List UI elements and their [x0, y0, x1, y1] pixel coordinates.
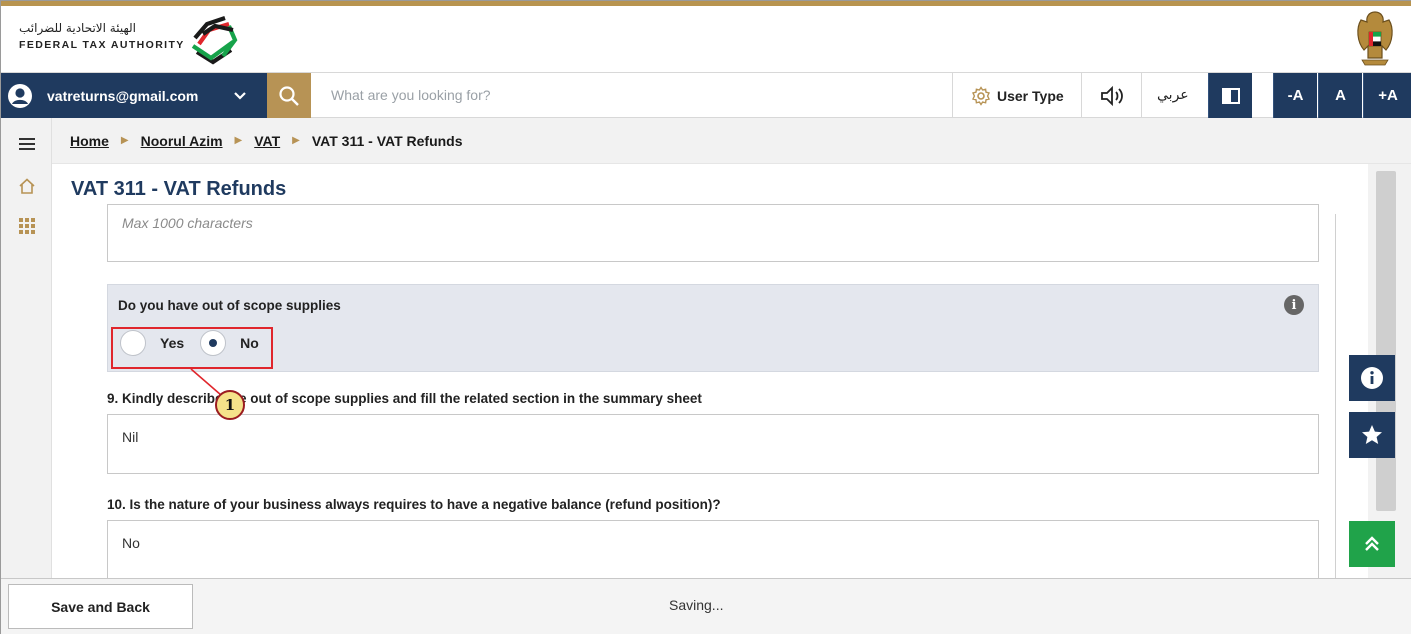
- scrollbar-thumb[interactable]: [1376, 171, 1396, 511]
- menu-button[interactable]: [1, 124, 52, 164]
- speaker-icon[interactable]: [1099, 85, 1125, 107]
- gear-icon: [972, 86, 990, 106]
- previous-field-placeholder: Max 1000 characters: [122, 215, 253, 231]
- search-input[interactable]: What are you looking for?: [331, 87, 491, 103]
- hamburger-icon: [18, 138, 35, 150]
- site-header: الهيئة الاتحادية للضرائب FEDERAL TAX AUT…: [1, 6, 1411, 72]
- nav-divider: [1141, 73, 1142, 118]
- breadcrumb: Home ▶ Noorul Azim ▶ VAT ▶ VAT 311 - VAT…: [52, 118, 1411, 164]
- main-content: VAT 311 - VAT Refunds Max 1000 character…: [52, 164, 1368, 578]
- font-increase-button[interactable]: +A: [1363, 73, 1411, 118]
- page-title: VAT 311 - VAT Refunds: [71, 178, 287, 200]
- out-of-scope-question: Do you have out of scope supplies: [118, 298, 341, 313]
- content-divider: [1335, 214, 1336, 578]
- question-9-label: 9. Kindly describe the out of scope supp…: [107, 391, 702, 406]
- user-type-label: User Type: [997, 88, 1064, 104]
- logo-english-text: FEDERAL TAX AUTHORITY: [19, 39, 185, 51]
- apps-grid-icon: [18, 218, 35, 234]
- search-icon: [279, 85, 299, 106]
- question-9-value: Nil: [122, 429, 139, 445]
- left-rail: [1, 118, 52, 578]
- star-icon: [1362, 425, 1382, 444]
- floating-favorite-button[interactable]: [1349, 412, 1395, 458]
- user-type-button[interactable]: User Type: [971, 86, 1064, 106]
- search-button[interactable]: [267, 73, 311, 118]
- floating-info-button[interactable]: [1349, 355, 1395, 401]
- top-navbar: vatreturns@gmail.com What are you lookin…: [1, 72, 1411, 118]
- contrast-toggle-button[interactable]: [1208, 73, 1252, 118]
- language-toggle[interactable]: عربي: [1157, 87, 1189, 103]
- annotation-callout-badge: 1: [215, 390, 245, 420]
- logo-arabic-text: الهيئة الاتحادية للضرائب: [19, 21, 136, 35]
- breadcrumb-vat[interactable]: VAT: [254, 133, 280, 149]
- apps-button[interactable]: [1, 206, 52, 246]
- chevron-down-icon: [234, 92, 246, 100]
- previous-text-field[interactable]: Max 1000 characters: [107, 204, 1319, 262]
- info-icon[interactable]: i: [1284, 295, 1304, 315]
- nav-divider: [952, 73, 953, 118]
- question-10-label: 10. Is the nature of your business alway…: [107, 497, 721, 512]
- user-avatar-icon: [8, 83, 32, 108]
- double-chevron-up-icon: [1365, 536, 1379, 551]
- font-decrease-button[interactable]: -A: [1273, 73, 1317, 118]
- saving-status: Saving...: [669, 597, 724, 613]
- nav-divider: [1081, 73, 1082, 118]
- home-button[interactable]: [1, 166, 52, 206]
- question-9-field[interactable]: Nil: [107, 414, 1319, 474]
- question-10-field[interactable]: No: [107, 520, 1319, 578]
- breadcrumb-user[interactable]: Noorul Azim: [141, 133, 223, 149]
- info-circle-icon: [1361, 367, 1383, 389]
- annotation-highlight-box: [111, 327, 273, 369]
- account-dropdown[interactable]: vatreturns@gmail.com: [1, 73, 267, 118]
- breadcrumb-arrow-icon: ▶: [120, 135, 129, 146]
- question-10-value: No: [122, 535, 140, 551]
- contrast-icon: [1221, 87, 1240, 104]
- home-icon: [18, 178, 35, 194]
- breadcrumb-arrow-icon: ▶: [234, 135, 243, 146]
- footer-bar: Save and Back Saving...: [1, 578, 1411, 634]
- font-normal-button[interactable]: A: [1318, 73, 1362, 118]
- uae-emblem-icon: [1357, 11, 1393, 66]
- out-of-scope-question-panel: Do you have out of scope supplies i Yes …: [107, 284, 1319, 372]
- scroll-to-top-button[interactable]: [1349, 521, 1395, 567]
- breadcrumb-current: VAT 311 - VAT Refunds: [311, 132, 463, 149]
- account-email: vatreturns@gmail.com: [47, 87, 199, 104]
- fta-logo-icon[interactable]: [185, 12, 243, 68]
- breadcrumb-home[interactable]: Home: [70, 133, 109, 149]
- save-and-back-button[interactable]: Save and Back: [8, 584, 193, 629]
- breadcrumb-arrow-icon: ▶: [292, 135, 300, 146]
